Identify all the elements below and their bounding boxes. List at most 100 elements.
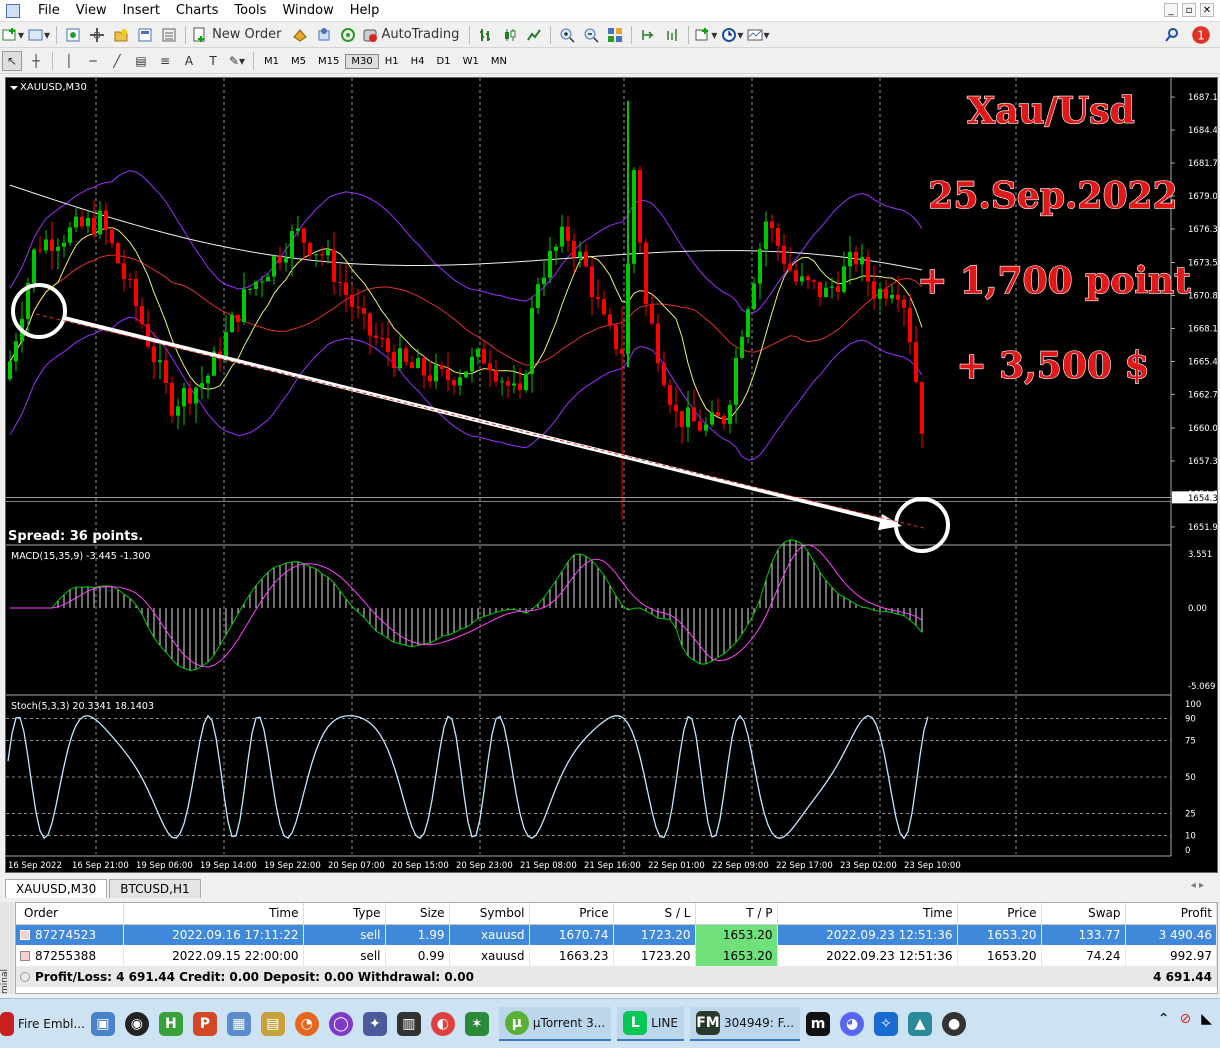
- taskbar-line[interactable]: L LINE: [617, 1006, 684, 1041]
- strategy-tester-icon[interactable]: [159, 25, 179, 45]
- tile-windows-icon[interactable]: [605, 25, 625, 45]
- menu-window[interactable]: Window: [274, 3, 341, 18]
- new-chart-icon[interactable]: ▾: [2, 25, 24, 45]
- radio-icon[interactable]: [338, 25, 358, 45]
- col-symbol[interactable]: Symbol: [449, 903, 530, 925]
- close-icon[interactable]: ✕: [1200, 3, 1214, 17]
- tab-btcusd-h1[interactable]: BTCUSD,H1: [109, 879, 201, 898]
- taskbar-fire-emblem[interactable]: Fire Embl...: [0, 1007, 85, 1041]
- taskbar-utorrent[interactable]: µ µTorrent 3...: [498, 1006, 612, 1041]
- search-icon[interactable]: [1162, 25, 1182, 45]
- notification-icon[interactable]: 1: [1190, 25, 1212, 45]
- metaeditor-icon[interactable]: [290, 25, 310, 45]
- taskbar-app-8[interactable]: ◯: [328, 1007, 357, 1041]
- periods-icon[interactable]: ▾: [721, 25, 743, 45]
- minimize-icon[interactable]: _: [1164, 3, 1178, 17]
- candle-body: [536, 284, 540, 309]
- chart-menu-icon[interactable]: [10, 86, 18, 90]
- data-window-icon[interactable]: [87, 25, 107, 45]
- taskbar-app-12[interactable]: ✶: [464, 1007, 493, 1041]
- timeframe-h1[interactable]: H1: [379, 54, 405, 69]
- text-icon[interactable]: A: [179, 51, 199, 71]
- taskbar-metatrader[interactable]: FM 304949: F...: [689, 1006, 801, 1041]
- taskbar-app-5[interactable]: ▦: [226, 1007, 255, 1041]
- price-chart[interactable]: 3.5510.00-5.069 10090755025100 1687.1016…: [6, 78, 1217, 872]
- col-order[interactable]: Order: [16, 903, 124, 925]
- col-close-price[interactable]: Price: [957, 903, 1042, 925]
- terminal-icon[interactable]: [135, 25, 155, 45]
- timeframe-m30[interactable]: M30: [345, 53, 379, 69]
- auto-scroll-icon[interactable]: [638, 25, 658, 45]
- signals-icon[interactable]: [314, 25, 334, 45]
- col-profit[interactable]: Profit: [1125, 903, 1217, 925]
- timeframe-mn[interactable]: MN: [485, 54, 513, 69]
- tab-xauusd-m30[interactable]: XAUUSD,M30: [5, 879, 108, 898]
- timeframe-m15[interactable]: M15: [312, 54, 345, 69]
- col-swap[interactable]: Swap: [1041, 903, 1126, 925]
- trade-annotation: [11, 283, 950, 553]
- text-label-icon[interactable]: T: [203, 51, 223, 71]
- taskbar-app-6[interactable]: ▤: [260, 1007, 289, 1041]
- table-row[interactable]: 87274523 2022.09.16 17:11:22 sell 1.99 x…: [16, 924, 1217, 945]
- chevron-up-icon[interactable]: ⌃: [1158, 1011, 1170, 1027]
- horizontal-line-icon[interactable]: ─: [83, 51, 103, 71]
- new-order-button[interactable]: New Order: [192, 25, 285, 45]
- line-chart-icon[interactable]: [524, 25, 544, 45]
- vertical-line-icon[interactable]: │: [59, 51, 79, 71]
- col-time[interactable]: Time: [123, 903, 304, 925]
- menu-tools[interactable]: Tools: [226, 3, 274, 18]
- market-watch-icon[interactable]: [63, 25, 83, 45]
- candlestick-icon[interactable]: [500, 25, 520, 45]
- timeframe-m1[interactable]: M1: [258, 54, 285, 69]
- col-close-time[interactable]: Time: [777, 903, 958, 925]
- taskbar-app-17[interactable]: ●: [942, 1007, 970, 1041]
- taskbar-app-11[interactable]: ◐: [430, 1007, 459, 1041]
- cursor-icon[interactable]: ↖: [2, 51, 22, 71]
- col-price[interactable]: Price: [529, 903, 614, 925]
- menu-view[interactable]: View: [68, 3, 115, 18]
- tab-scroll-icon[interactable]: ◂ ▸: [1191, 880, 1204, 891]
- autotrading-button[interactable]: AutoTrading: [362, 25, 464, 45]
- chart-window[interactable]: 3.5510.00-5.069 10090755025100 1687.1016…: [5, 77, 1218, 873]
- trendline-icon[interactable]: ╱: [107, 51, 127, 71]
- crosshair-icon[interactable]: ┼: [26, 51, 46, 71]
- antivirus-icon[interactable]: ⊘: [1179, 1011, 1191, 1027]
- table-row[interactable]: 87255388 2022.09.15 22:00:00 sell 0.99 x…: [16, 945, 1217, 966]
- taskbar-app-7[interactable]: ◔: [294, 1007, 323, 1041]
- profiles-icon[interactable]: ▾: [28, 25, 50, 45]
- taskbar-app-13[interactable]: m: [806, 1007, 834, 1041]
- taskbar-app-9[interactable]: ✦: [362, 1007, 391, 1041]
- menu-file[interactable]: File: [30, 3, 68, 18]
- zoom-in-icon[interactable]: [557, 25, 577, 45]
- taskbar-app-4[interactable]: P: [192, 1007, 221, 1041]
- taskbar-app-10[interactable]: ▥: [396, 1007, 425, 1041]
- fibonacci-icon[interactable]: ≡: [155, 51, 175, 71]
- zoom-out-icon[interactable]: [581, 25, 601, 45]
- taskbar-app-2[interactable]: ◉: [124, 1007, 153, 1041]
- taskbar-app-3[interactable]: H: [158, 1007, 187, 1041]
- menu-charts[interactable]: Charts: [168, 3, 227, 18]
- chart-shift-icon[interactable]: [662, 25, 682, 45]
- col-type[interactable]: Type: [303, 903, 386, 925]
- taskbar-app-15[interactable]: ✧: [874, 1007, 902, 1041]
- taskbar-app-14[interactable]: ◕: [840, 1007, 868, 1041]
- arrows-icon[interactable]: ✎▾: [227, 51, 247, 71]
- timeframe-w1[interactable]: W1: [457, 54, 485, 69]
- col-sl[interactable]: S / L: [613, 903, 696, 925]
- templates-icon[interactable]: ▾: [747, 25, 769, 45]
- restore-icon[interactable]: ▫: [1182, 3, 1196, 17]
- col-size[interactable]: Size: [385, 903, 450, 925]
- timeframe-d1[interactable]: D1: [431, 54, 457, 69]
- menu-insert[interactable]: Insert: [115, 3, 168, 18]
- navigator-icon[interactable]: [111, 25, 131, 45]
- indicators-icon[interactable]: ▾: [695, 25, 717, 45]
- timeframe-m5[interactable]: M5: [285, 54, 312, 69]
- col-tp[interactable]: T / P: [695, 903, 778, 925]
- equidistant-channel-icon[interactable]: ▤: [131, 51, 151, 71]
- bar-chart-icon[interactable]: [476, 25, 496, 45]
- taskbar-app-16[interactable]: ▲: [908, 1007, 936, 1041]
- wifi-icon[interactable]: ◣: [1201, 1011, 1212, 1027]
- taskbar-app-1[interactable]: ▣: [90, 1007, 119, 1041]
- timeframe-h4[interactable]: H4: [405, 54, 431, 69]
- menu-help[interactable]: Help: [342, 3, 388, 18]
